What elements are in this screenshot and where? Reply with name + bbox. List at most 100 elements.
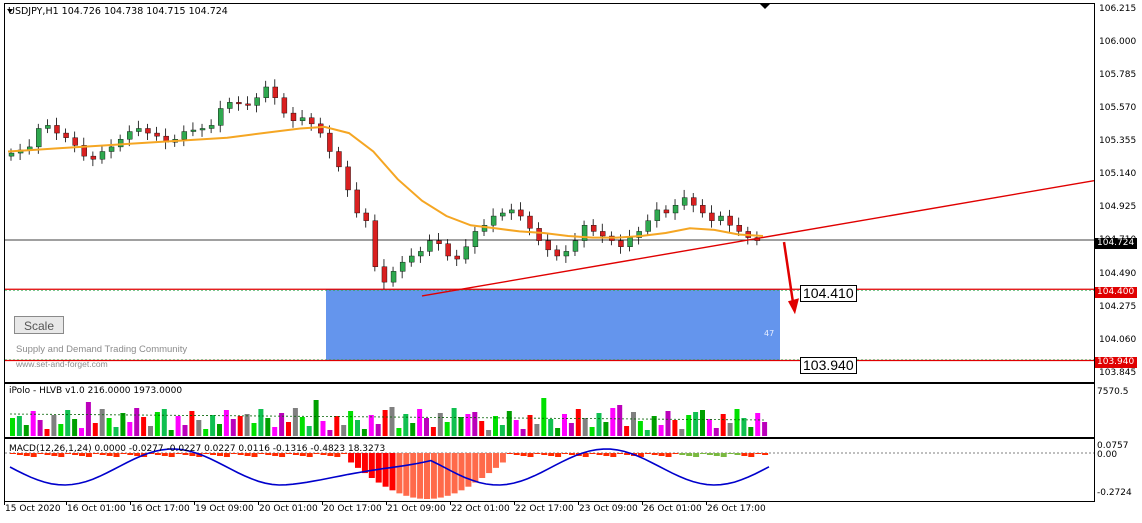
macd-hist-bar — [720, 453, 727, 457]
candle-body — [36, 128, 42, 148]
macd-hist-bar — [541, 453, 548, 455]
macd-hist-bar — [444, 453, 451, 496]
volume-bar — [617, 405, 623, 436]
volume-bar — [631, 412, 636, 436]
candle-body — [381, 266, 388, 283]
macd-hist-bar — [368, 453, 375, 478]
macd-hist-bar — [748, 453, 755, 457]
candle-body — [536, 228, 542, 241]
candle-body — [454, 255, 460, 260]
breakdown-arrow-head-icon — [788, 298, 799, 315]
volume-bar — [734, 409, 740, 436]
volume-bar — [596, 413, 602, 436]
watermark-title: Supply and Demand Trading Community — [16, 344, 188, 355]
zone-top-price-tag: 104.400 — [1095, 287, 1137, 298]
volume-bar — [251, 423, 257, 436]
macd-hist-bar — [527, 453, 534, 457]
volume-bar — [355, 420, 360, 436]
candle-body — [372, 220, 379, 267]
zone-bottom-label[interactable]: 103.940 — [800, 357, 857, 374]
volume-bar — [237, 416, 243, 436]
candle-body — [54, 125, 60, 134]
macd-hist-bar — [665, 453, 672, 457]
candle-body — [99, 151, 106, 160]
candle-body — [327, 132, 333, 152]
candle-body — [709, 212, 715, 221]
volume-bar — [713, 428, 719, 436]
macd-hist-bar — [465, 453, 472, 487]
candle-body — [654, 209, 661, 221]
macd-hist-bar — [403, 453, 410, 496]
macd-hist-bar — [486, 453, 493, 474]
candle-body — [572, 240, 579, 252]
candle-body — [181, 131, 188, 140]
breakdown-arrow — [782, 241, 796, 310]
candle-body — [663, 209, 670, 214]
volume-bar — [520, 429, 526, 436]
scale-button[interactable]: Scale — [14, 316, 64, 334]
volume-bar — [313, 400, 319, 436]
volume-bar — [410, 423, 416, 436]
candle-body — [345, 166, 351, 191]
volume-bar — [134, 408, 140, 436]
trading-chart[interactable]: USDJPY,H1 104.726 104.738 104.715 104.72… — [0, 0, 1142, 523]
macd-hist-bar — [506, 453, 513, 454]
volume-bar — [575, 409, 581, 436]
demand-zone — [326, 289, 780, 361]
volume-bar — [72, 419, 78, 436]
macd-hist-bar — [513, 453, 520, 455]
volume-bar — [141, 417, 147, 436]
volume-bar — [672, 420, 678, 436]
candle-body — [63, 132, 69, 138]
macd-hist-bar — [755, 453, 762, 454]
volume-bar — [451, 408, 457, 436]
macd-hist-bar — [410, 453, 417, 498]
macd-hist-bar — [700, 453, 706, 454]
volume-bar — [23, 425, 29, 436]
volume-bar — [341, 425, 347, 436]
volume-bar — [161, 409, 167, 436]
zone-top-label[interactable]: 104.410 — [800, 285, 857, 302]
candle-body — [736, 225, 742, 232]
candle-body — [272, 86, 278, 98]
macd-hist-bar — [424, 453, 430, 499]
volume-bar — [741, 418, 747, 436]
symbol-header: USDJPY,H1 104.726 104.738 104.715 104.72… — [8, 6, 228, 17]
price-axis-label: 105.355 — [1099, 136, 1137, 147]
time-axis[interactable]: 15 Oct 2020 16 Oct 01:00 16 Oct 17:00 19 Oc… — [4, 502, 1093, 520]
macd-hist-bar — [713, 453, 720, 456]
volume-pane[interactable]: iPolo - HLVB v1.0 216.0000 1973.0000 — [4, 383, 1095, 438]
price-pane[interactable] — [4, 3, 1095, 383]
volume-bar — [286, 422, 291, 436]
volume-bar — [113, 427, 119, 436]
candle-body — [263, 86, 269, 98]
macd-hist-bar — [361, 453, 368, 474]
time-axis-label: 16 Oct 01:00 — [67, 504, 126, 514]
price-chart-canvas[interactable] — [5, 4, 1094, 382]
volume-bar — [168, 430, 174, 436]
volume-bar — [706, 419, 712, 436]
candle-body — [490, 215, 497, 226]
candle-body — [72, 137, 78, 146]
chart-shift-marker-icon[interactable] — [760, 4, 770, 9]
candle-body — [691, 197, 697, 206]
macd-hist-bar — [396, 453, 403, 494]
macd-hist-bar — [568, 453, 575, 455]
candle-body — [245, 103, 251, 106]
macd-hist-bar — [493, 453, 499, 468]
macd-hist-bar — [437, 453, 444, 498]
candle-body — [190, 129, 197, 132]
volume-bar — [10, 418, 15, 436]
macd-pane[interactable]: MACD(12,26,1,24) 0.0000 -0.0277 -0.0227 … — [4, 438, 1095, 502]
volume-bar — [16, 416, 22, 436]
candle-body — [472, 231, 479, 247]
candle-body — [500, 212, 506, 217]
macd-hist-bar — [389, 453, 396, 491]
volume-bar — [382, 410, 388, 436]
volume-bar — [430, 427, 436, 436]
price-axis-label: 105.140 — [1099, 169, 1137, 180]
candle-body — [718, 215, 724, 221]
volume-bar — [727, 423, 733, 436]
price-axis-label: 103.845 — [1099, 368, 1137, 379]
macd-hist-bar — [499, 453, 506, 463]
